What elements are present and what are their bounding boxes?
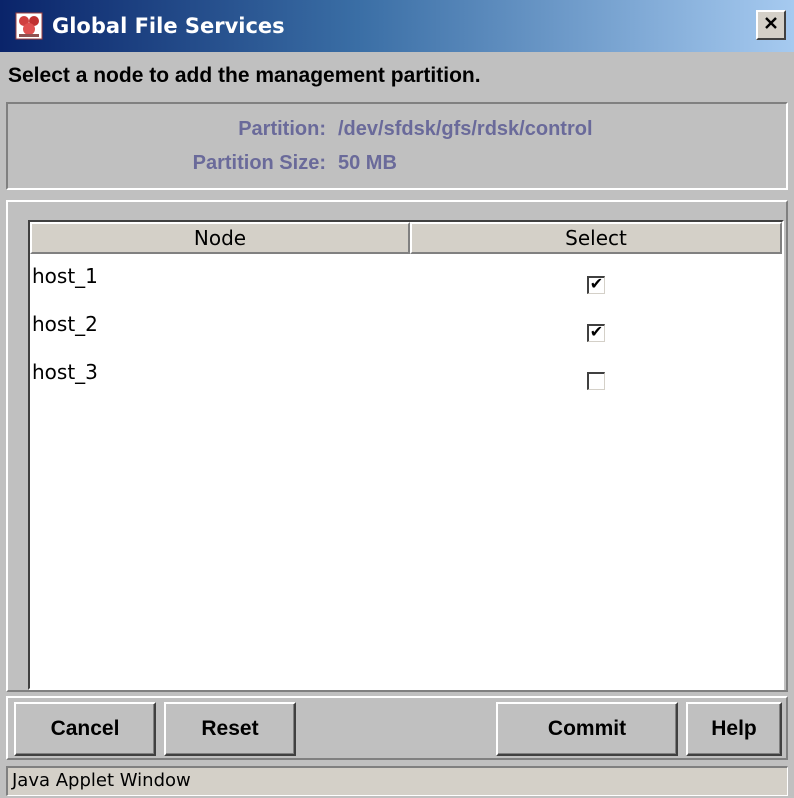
select-checkbox[interactable]: ✔ (587, 324, 605, 342)
partition-row: Partition: /dev/sfdsk/gfs/rdsk/control (8, 118, 786, 152)
partition-value: /dev/sfdsk/gfs/rdsk/control (338, 118, 593, 140)
help-button[interactable]: Help (686, 702, 782, 756)
close-button[interactable] (756, 10, 786, 40)
button-bar: Cancel Reset Commit Help (6, 696, 788, 760)
select-checkbox[interactable]: ✔ (587, 276, 605, 294)
window-title: Global File Services (52, 14, 285, 38)
node-cell: host_3 (32, 360, 98, 384)
node-cell: host_2 (32, 312, 98, 336)
node-table[interactable]: Node Select host_1 ✔ host_2 ✔ host_3 (28, 220, 784, 690)
node-cell: host_1 (32, 264, 98, 288)
table-header: Node Select (30, 222, 782, 254)
partition-info-panel: Partition: /dev/sfdsk/gfs/rdsk/control P… (6, 102, 788, 190)
select-checkbox[interactable] (587, 372, 605, 390)
partition-size-label: Partition Size: (192, 152, 326, 174)
status-bar: Java Applet Window (6, 766, 788, 796)
instruction-text: Select a node to add the management part… (8, 64, 481, 87)
table-row[interactable]: host_2 ✔ (30, 304, 782, 352)
gfs-app-icon (14, 11, 44, 41)
table-row[interactable]: host_1 ✔ (30, 256, 782, 304)
column-header-node[interactable]: Node (30, 222, 410, 254)
partition-size-row: Partition Size: 50 MB (8, 152, 786, 186)
node-table-panel: Node Select host_1 ✔ host_2 ✔ host_3 (6, 200, 788, 692)
partition-label: Partition: (238, 118, 326, 140)
table-body: host_1 ✔ host_2 ✔ host_3 (30, 256, 782, 400)
reset-button[interactable]: Reset (164, 702, 296, 756)
table-row[interactable]: host_3 (30, 352, 782, 400)
close-icon (764, 16, 778, 35)
title-bar[interactable]: Global File Services (0, 0, 794, 52)
partition-size-value: 50 MB (338, 152, 397, 174)
cancel-button[interactable]: Cancel (14, 702, 156, 756)
commit-button[interactable]: Commit (496, 702, 678, 756)
column-header-select[interactable]: Select (410, 222, 782, 254)
